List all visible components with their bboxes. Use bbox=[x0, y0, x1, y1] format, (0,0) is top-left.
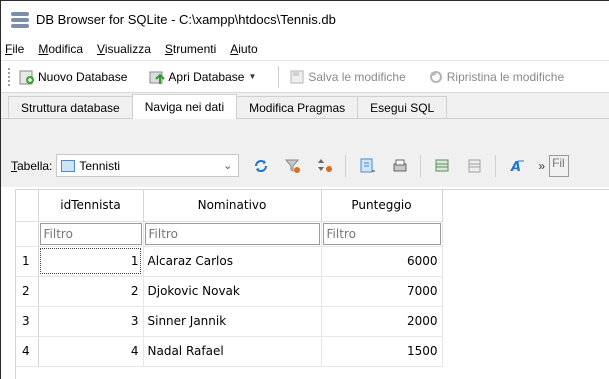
menu-bar: File Modifica Visualizza Strumenti Aiuto bbox=[1, 38, 609, 60]
cell-nominativo[interactable]: Nadal Rafael bbox=[143, 336, 322, 367]
cell-punteggio[interactable]: 6000 bbox=[321, 246, 443, 277]
svg-text:A: A bbox=[510, 160, 521, 175]
row-header[interactable]: 4 bbox=[16, 336, 39, 367]
save-changes-button[interactable]: Salva le modifiche bbox=[289, 69, 406, 85]
column-header-nominativo[interactable]: Nominativo bbox=[143, 190, 322, 222]
row-header[interactable]: 3 bbox=[16, 306, 39, 337]
browse-panel: Tabella: Tennisti ⌄ A » Fil idTennista N… bbox=[1, 144, 609, 379]
table-row: 1 1 Alcaraz Carlos 6000 bbox=[16, 246, 443, 277]
filter-input-punteggio[interactable]: Filtro bbox=[322, 222, 441, 245]
menu-file[interactable]: File bbox=[5, 42, 24, 56]
filter-input-nominativo[interactable]: Filtro bbox=[144, 222, 320, 245]
row-header[interactable]: 1 bbox=[16, 246, 39, 277]
menu-visualizza[interactable]: Visualizza bbox=[97, 42, 151, 56]
cell-punteggio[interactable]: 1500 bbox=[321, 336, 443, 367]
toolbar-separator bbox=[420, 154, 422, 177]
filter-input-idtennista[interactable]: Filtro bbox=[39, 222, 142, 245]
title-bar: DB Browser for SQLite - C:\xampp\htdocs\… bbox=[1, 1, 609, 38]
cell-idtennista[interactable]: 3 bbox=[38, 306, 144, 337]
chevron-down-icon: ⌄ bbox=[223, 160, 233, 172]
cell-idtennista[interactable]: 2 bbox=[38, 276, 144, 307]
new-database-icon bbox=[19, 69, 35, 85]
tab-database-structure[interactable]: Struttura database bbox=[8, 96, 133, 118]
window-title: DB Browser for SQLite - C:\xampp\htdocs\… bbox=[36, 12, 336, 27]
table-select[interactable]: Tennisti ⌄ bbox=[56, 154, 240, 177]
cell-idtennista[interactable]: 1 bbox=[38, 246, 144, 277]
table-row: 4 4 Nadal Rafael 1500 bbox=[16, 336, 443, 367]
toolbar-overflow-button[interactable]: » bbox=[538, 159, 545, 173]
save-icon bbox=[289, 69, 305, 85]
refresh-icon[interactable] bbox=[251, 156, 271, 176]
delete-record-icon[interactable] bbox=[465, 156, 485, 176]
filter-row: Filtro Filtro Filtro bbox=[16, 221, 443, 247]
database-icon bbox=[11, 11, 29, 28]
cell-punteggio[interactable]: 2000 bbox=[321, 306, 443, 337]
table-row: 3 3 Sinner Jannik 2000 bbox=[16, 306, 443, 337]
column-header-punteggio[interactable]: Punteggio bbox=[321, 190, 443, 222]
row-header[interactable]: 2 bbox=[16, 276, 39, 307]
menu-modifica[interactable]: Modifica bbox=[38, 42, 83, 56]
find-replace-icon[interactable]: A bbox=[508, 156, 528, 176]
main-toolbar: Nuovo Database Apri Database ▼ Salva le … bbox=[1, 60, 609, 93]
revert-icon bbox=[428, 69, 444, 85]
cell-nominativo[interactable]: Djokovic Novak bbox=[143, 276, 322, 307]
menu-strumenti[interactable]: Strumenti bbox=[165, 42, 216, 56]
open-database-icon bbox=[149, 69, 166, 85]
global-filter-input[interactable]: Fil bbox=[549, 154, 570, 177]
cell-punteggio[interactable]: 7000 bbox=[321, 276, 443, 307]
column-header-idtennista[interactable]: idTennista bbox=[38, 190, 144, 222]
tab-edit-pragmas[interactable]: Modifica Pragmas bbox=[236, 96, 359, 118]
clear-filters-icon[interactable] bbox=[283, 156, 303, 176]
grid-corner[interactable] bbox=[16, 190, 39, 222]
table-label: Tabella: bbox=[11, 158, 53, 173]
table-icon bbox=[61, 159, 76, 172]
new-database-button[interactable]: Nuovo Database bbox=[19, 69, 127, 85]
grid-header-row: idTennista Nominativo Punteggio bbox=[16, 190, 443, 222]
cell-idtennista[interactable]: 4 bbox=[38, 336, 144, 367]
main-tabs: Struttura database Naviga nei dati Modif… bbox=[1, 93, 609, 119]
app-window: DB Browser for SQLite - C:\xampp\htdocs\… bbox=[0, 0, 609, 379]
tab-browse-data[interactable]: Naviga nei dati bbox=[131, 94, 238, 119]
row-header bbox=[16, 221, 39, 247]
toolbar-separator bbox=[278, 65, 280, 88]
clear-sorting-icon[interactable] bbox=[315, 156, 335, 176]
toolbar-grip[interactable] bbox=[7, 66, 11, 87]
chevron-down-icon[interactable]: ▼ bbox=[248, 72, 256, 81]
insert-record-icon[interactable] bbox=[433, 156, 453, 176]
tab-execute-sql[interactable]: Esegui SQL bbox=[357, 96, 448, 118]
print-icon[interactable] bbox=[390, 156, 410, 176]
open-database-button[interactable]: Apri Database ▼ bbox=[149, 69, 256, 85]
menu-aiuto[interactable]: Aiuto bbox=[230, 42, 257, 56]
toolbar-separator bbox=[345, 154, 347, 177]
revert-changes-button[interactable]: Ripristina le modifiche bbox=[428, 69, 564, 85]
save-results-icon[interactable] bbox=[358, 156, 378, 176]
cell-nominativo[interactable]: Alcaraz Carlos bbox=[143, 246, 322, 277]
toolbar-separator bbox=[495, 154, 497, 177]
data-grid: idTennista Nominativo Punteggio Filtro F… bbox=[15, 189, 609, 379]
browse-toolbar: Tabella: Tennisti ⌄ A » Fil bbox=[1, 144, 609, 187]
cell-nominativo[interactable]: Sinner Jannik bbox=[143, 306, 322, 337]
table-row: 2 2 Djokovic Novak 7000 bbox=[16, 276, 443, 307]
